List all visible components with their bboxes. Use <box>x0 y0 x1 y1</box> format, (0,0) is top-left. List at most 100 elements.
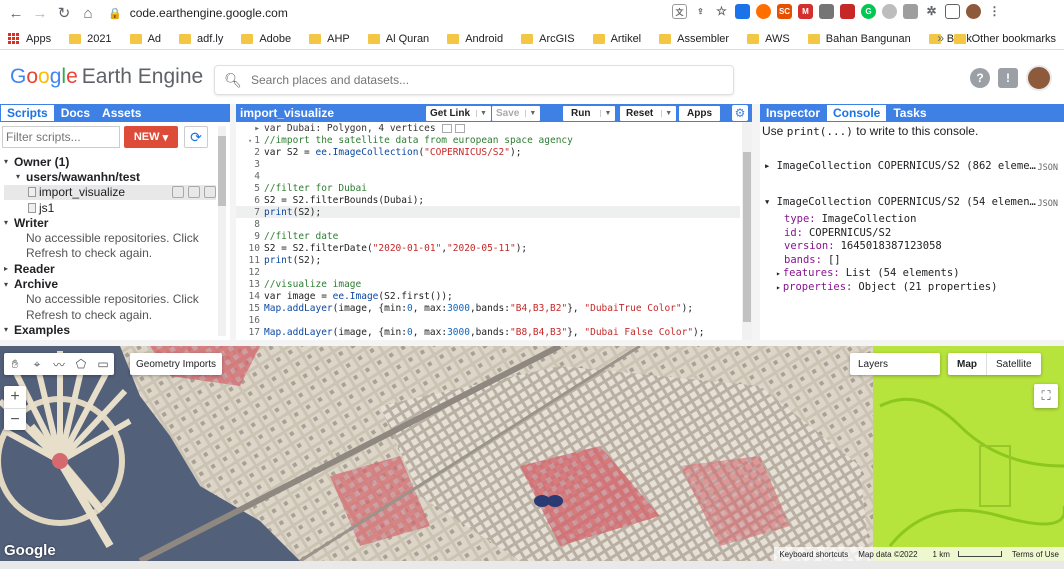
code-line[interactable]: 7 print (S2); <box>236 206 740 218</box>
reload-icon[interactable]: ↻ <box>52 1 76 25</box>
expand-right-icon[interactable]: ▸ <box>776 269 781 278</box>
bookmark-item[interactable]: Adobe <box>241 33 291 45</box>
bookmarks-more-icon[interactable]: » <box>937 31 944 45</box>
run-button[interactable]: Run ▼ <box>563 106 616 121</box>
extension-pdf-icon[interactable] <box>840 4 855 19</box>
tab-tasks[interactable]: Tasks <box>887 104 932 122</box>
expand-right-icon[interactable]: ▸ <box>764 160 777 172</box>
code-line[interactable]: 9 //filter date <box>236 230 740 242</box>
bookmark-item[interactable]: AWS <box>747 33 790 45</box>
polyline-icon[interactable]: 〰 <box>48 353 70 375</box>
tab-assets[interactable]: Assets <box>96 104 147 122</box>
tree-folder[interactable]: ▾ Archive <box>4 276 216 291</box>
new-script-button[interactable]: NEW ▾ <box>124 126 178 148</box>
bookmark-item[interactable]: adf.ly <box>179 33 223 45</box>
bookmark-item[interactable]: Artikel <box>592 33 641 45</box>
code-line[interactable]: 4 <box>236 170 740 182</box>
import-delete-icon[interactable] <box>454 123 465 133</box>
save-button[interactable]: Save ▼ <box>492 106 541 121</box>
keyboard-shortcuts-link[interactable]: Keyboard shortcuts <box>774 550 853 559</box>
tab-console[interactable]: Console <box>826 104 888 122</box>
code-line[interactable]: 14 var image = ee.Image (S2.first()); <box>236 290 740 302</box>
code-line[interactable]: 8 <box>236 218 740 230</box>
expand-down-icon[interactable]: ▾ <box>4 218 14 227</box>
fullscreen-icon[interactable]: ⛶ <box>1034 384 1058 408</box>
share-icon[interactable]: ⇪ <box>693 4 708 19</box>
extension-shield-icon[interactable] <box>903 4 918 19</box>
tree-folder[interactable]: ▾ users/wawanhn/test <box>4 169 216 184</box>
tab-docs[interactable]: Docs <box>55 104 96 122</box>
json-button[interactable]: JSON <box>1038 199 1058 209</box>
bookmark-item[interactable]: AHP <box>309 33 350 45</box>
code-line[interactable]: 15 Map.addLayer (image, {min: 0, max: 3000 ,b… <box>236 302 740 314</box>
geometry-imports-button[interactable]: Geometry Imports <box>130 353 223 375</box>
code-line[interactable]: 16 <box>236 314 740 326</box>
search-input[interactable] <box>251 73 711 87</box>
zoom-in-button[interactable]: + <box>4 386 26 408</box>
code-line[interactable]: 13 //visualize image <box>236 278 740 290</box>
code-area[interactable]: ▸ var Dubai: Polygon, 4 vertices 1//impo… <box>236 122 740 340</box>
expand-down-icon[interactable]: ▾ <box>4 157 14 166</box>
home-icon[interactable]: ⌂ <box>76 1 100 25</box>
search-box[interactable]: 🔍︎ <box>214 65 734 95</box>
expand-right-icon[interactable]: ▸ <box>4 264 14 273</box>
caret-down-icon[interactable]: ▼ <box>476 110 487 117</box>
profile-avatar-icon[interactable] <box>966 4 981 19</box>
marker-point-icon[interactable]: ⌖ <box>26 353 48 375</box>
scrollbar[interactable] <box>742 122 752 340</box>
import-edit-icon[interactable] <box>441 123 452 133</box>
bookmark-item[interactable]: 2021 <box>69 33 112 45</box>
terms-link[interactable]: Terms of Use <box>1007 550 1064 559</box>
reset-button[interactable]: Reset ▼ <box>620 106 677 121</box>
bookmark-star-icon[interactable]: ☆ <box>714 4 729 19</box>
extension-blue-icon[interactable] <box>735 4 750 19</box>
bookmark-item[interactable]: Android <box>447 33 503 45</box>
satellite-imagery[interactable] <box>0 346 1064 561</box>
filter-scripts-input[interactable] <box>2 126 120 148</box>
console-property[interactable]: ▸ properties: Object (21 properties) <box>776 281 997 293</box>
layers-button[interactable]: Layers <box>850 353 940 375</box>
zoom-out-button[interactable]: − <box>4 408 26 430</box>
console-property[interactable]: ▸ features: List (54 elements) <box>776 267 960 279</box>
address-bar[interactable]: 🔒 code.earthengine.google.com <box>108 2 748 24</box>
tree-folder[interactable]: ▾ Writer <box>4 215 216 230</box>
puzzle-icon[interactable]: ✲ <box>924 4 939 19</box>
map-type-map[interactable]: Map <box>948 353 986 375</box>
tab-scripts[interactable]: Scripts <box>0 104 55 122</box>
imports-header[interactable]: ▸ var Dubai: Polygon, 4 vertices <box>236 122 740 134</box>
get-link-button[interactable]: Get Link ▼ <box>426 106 491 121</box>
tree-folder[interactable]: ▾ Owner (1) <box>4 154 216 169</box>
code-line[interactable]: 1//import the satellite data from europe… <box>236 134 740 146</box>
expand-down-icon[interactable]: ▾ <box>4 325 14 334</box>
expand-down-icon[interactable]: ▾ <box>764 196 777 208</box>
feedback-icon[interactable]: ! <box>998 68 1018 88</box>
menu-dots-icon[interactable]: ⋮ <box>987 4 1002 19</box>
back-icon[interactable]: ← <box>4 1 28 25</box>
apps-button[interactable]: Apps <box>679 106 720 121</box>
caret-down-icon[interactable]: ▼ <box>525 110 536 117</box>
delete-icon[interactable] <box>204 186 216 199</box>
scrollbar[interactable] <box>218 126 226 336</box>
code-line[interactable]: 5 //filter for Dubai <box>236 182 740 194</box>
caret-down-icon[interactable]: ▼ <box>600 110 611 117</box>
bookmark-item[interactable]: Al Quran <box>367 33 429 45</box>
other-bookmarks[interactable]: Other bookmarks <box>953 28 1056 50</box>
expand-right-icon[interactable]: ▸ <box>776 283 781 292</box>
extension-red-icon[interactable]: M <box>798 4 813 19</box>
sidepanel-icon[interactable] <box>945 4 960 19</box>
extension-gray-icon[interactable] <box>819 4 834 19</box>
console-entry[interactable]: ▾ ImageCollection COPERNICUS/S2 (54 elem… <box>764 196 1036 208</box>
bookmark-item[interactable]: ArcGIS <box>521 33 575 45</box>
extension-orange-icon[interactable] <box>756 4 771 19</box>
tree-folder[interactable]: ▸ Reader <box>4 261 216 276</box>
bookmark-item[interactable]: Ad <box>129 33 161 45</box>
avatar[interactable] <box>1026 65 1052 91</box>
caret-down-icon[interactable]: ▼ <box>661 110 672 117</box>
gear-icon[interactable]: ⚙ <box>732 105 748 121</box>
bookmark-item[interactable]: Assembler <box>659 33 729 45</box>
tree-folder[interactable]: ▾ Examples <box>4 322 216 337</box>
bookmark-item[interactable]: Bahan Bangunan <box>807 33 911 45</box>
extension-location-icon[interactable] <box>882 4 897 19</box>
script-file-item[interactable]: js1 <box>4 200 216 215</box>
forward-icon[interactable]: → <box>28 1 52 25</box>
